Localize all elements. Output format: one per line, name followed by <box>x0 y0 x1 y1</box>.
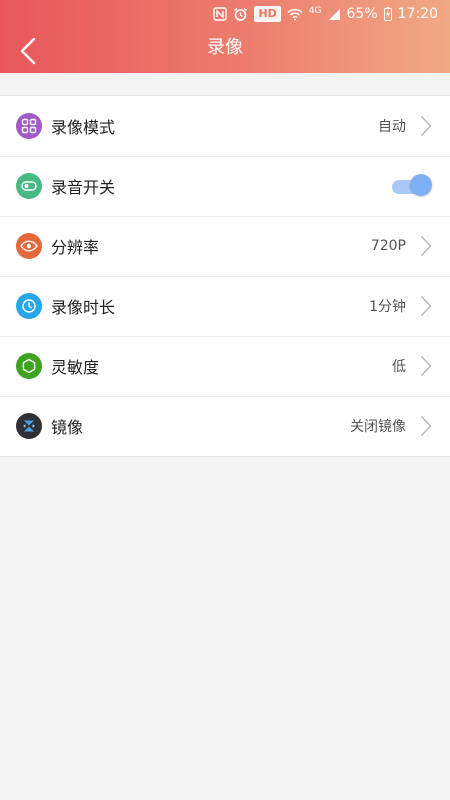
network-type: 4G <box>308 6 322 16</box>
signal-icon <box>328 8 341 21</box>
battery-charging-icon <box>383 7 392 21</box>
setting-value: 1分钟 <box>369 299 406 315</box>
page-title: 录像 <box>207 37 243 58</box>
grid-icon <box>16 113 42 139</box>
setting-label: 分辨率 <box>51 238 100 257</box>
clock-time: 17:20 <box>397 6 438 22</box>
setting-value: 720P <box>370 238 406 254</box>
setting-label: 录音开关 <box>51 178 116 197</box>
chevron-right-icon <box>420 235 432 257</box>
chevron-right-icon <box>420 355 432 377</box>
header-bar: HD 4G 65% 17:20 录像 <box>0 0 450 73</box>
setting-label: 录像模式 <box>51 118 116 137</box>
setting-value: 自动 <box>378 119 406 135</box>
toggle-icon <box>16 173 42 199</box>
setting-row-audio-switch: 录音开关 <box>0 156 450 216</box>
setting-label: 灵敏度 <box>51 358 100 377</box>
settings-list: 录像模式 自动 录音开关 分辨率 720P 录像时长 1分钟 灵敏度 低 镜像 … <box>0 95 450 457</box>
toggle-thumb <box>410 174 432 196</box>
nav-bar: 录像 <box>0 28 450 73</box>
setting-row-mirror[interactable]: 镜像 关闭镜像 <box>0 396 450 456</box>
setting-label: 录像时长 <box>51 298 116 317</box>
mirror-icon <box>16 413 42 439</box>
setting-label: 镜像 <box>51 418 84 437</box>
status-bar: HD 4G 65% 17:20 <box>0 0 450 28</box>
setting-row-record-mode[interactable]: 录像模式 自动 <box>0 96 450 156</box>
setting-row-resolution[interactable]: 分辨率 720P <box>0 216 450 276</box>
nfc-icon <box>213 7 228 21</box>
audio-toggle[interactable] <box>392 174 432 198</box>
eye-icon <box>16 233 42 259</box>
setting-value: 低 <box>392 359 406 375</box>
wifi-icon <box>287 8 303 21</box>
setting-row-sensitivity[interactable]: 灵敏度 低 <box>0 336 450 396</box>
alarm-icon <box>233 7 248 22</box>
chevron-right-icon <box>420 295 432 317</box>
hexagon-icon <box>16 353 42 379</box>
chevron-right-icon <box>420 415 432 437</box>
hd-badge: HD <box>254 6 281 22</box>
setting-row-record-duration[interactable]: 录像时长 1分钟 <box>0 276 450 336</box>
chevron-right-icon <box>420 115 432 137</box>
clock-icon <box>16 293 42 319</box>
setting-value: 关闭镜像 <box>350 419 406 435</box>
battery-percent: 65% <box>346 6 378 22</box>
